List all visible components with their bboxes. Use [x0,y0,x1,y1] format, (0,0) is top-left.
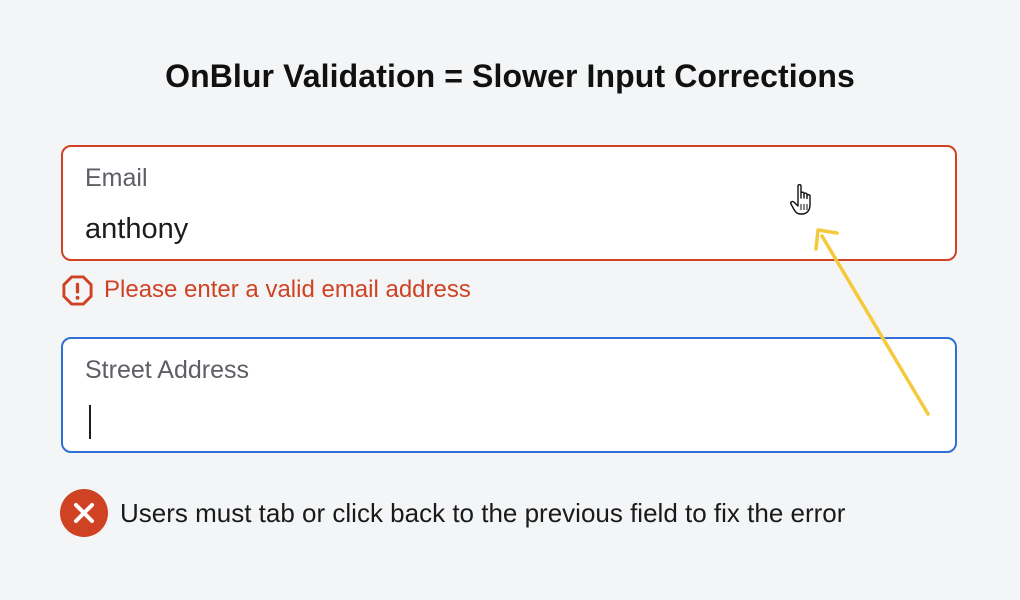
email-error-message: Please enter a valid email address [61,273,471,307]
x-circle-icon [60,489,108,537]
email-field-label: Email [85,164,148,192]
street-address-field-label: Street Address [85,356,249,384]
email-error-text: Please enter a valid email address [104,276,471,303]
usability-note-text: Users must tab or click back to the prev… [120,497,846,528]
text-cursor [89,405,91,439]
alert-octagon-icon [62,274,93,306]
street-address-field[interactable]: Street Address [61,337,957,453]
email-field[interactable]: Email anthony [61,145,957,261]
page-title: OnBlur Validation = Slower Input Correct… [165,58,855,94]
usability-note: Users must tab or click back to the prev… [60,489,845,537]
email-field-value[interactable]: anthony [85,213,188,246]
